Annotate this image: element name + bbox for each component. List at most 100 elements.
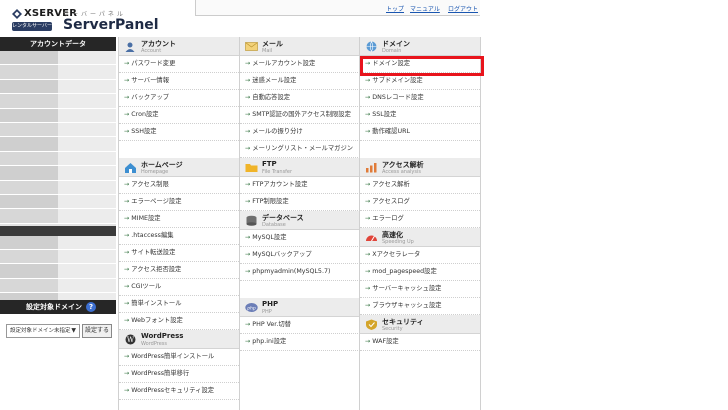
menu-item[interactable]: → php.ini設定 bbox=[240, 334, 360, 351]
arrow-right-icon: → bbox=[124, 283, 130, 290]
menu-item-label: 簡単インストール bbox=[131, 300, 182, 307]
link-manual[interactable]: マニュアル bbox=[410, 4, 440, 13]
menu-item[interactable]: → アクセス拒否設定 bbox=[119, 262, 239, 279]
menu-item[interactable]: → アクセス制限 bbox=[119, 177, 239, 194]
menu-item[interactable]: → WordPress簡単移行 bbox=[119, 366, 239, 383]
arrow-right-icon: → bbox=[124, 300, 130, 307]
menu-item[interactable]: → メールの振り分け bbox=[240, 124, 360, 141]
account-data-value bbox=[58, 250, 116, 264]
menu-item[interactable]: → サイト転送設定 bbox=[119, 245, 239, 262]
section-header: ドメイン Domain bbox=[360, 37, 480, 56]
section-header: アカウント Account bbox=[119, 37, 239, 56]
menu-item-label: エラーページ設定 bbox=[131, 198, 182, 205]
target-domain-header: 設定対象ドメイン ? bbox=[0, 300, 116, 314]
account-data-key bbox=[0, 235, 58, 250]
menu-item[interactable]: → 迷惑メール設定 bbox=[240, 73, 360, 90]
account-data-key bbox=[0, 180, 58, 194]
menu-item[interactable]: → MySQLバックアップ bbox=[240, 247, 360, 264]
chart-icon bbox=[366, 163, 377, 173]
menu-item[interactable]: → WAF設定 bbox=[360, 334, 480, 351]
svg-text:php: php bbox=[246, 305, 256, 311]
arrow-right-icon: → bbox=[365, 181, 371, 188]
menu-item-label: サーバーキャッシュ設定 bbox=[372, 285, 442, 292]
menu-item-label: MIME設定 bbox=[131, 215, 161, 222]
menu-item[interactable]: → Webフォント設定 bbox=[119, 313, 239, 330]
account-data-row bbox=[0, 51, 116, 66]
database-icon bbox=[246, 215, 257, 226]
menu-item[interactable]: → メールアカウント設定 bbox=[240, 56, 360, 73]
menu-item-label: メーリングリスト・メールマガジン bbox=[252, 145, 354, 152]
account-data-row bbox=[0, 137, 116, 152]
menu-item[interactable]: → FTP制限設定 bbox=[240, 194, 360, 211]
menu-item[interactable]: → ブラウザキャッシュ設定 bbox=[360, 298, 480, 315]
menu-item[interactable]: → アクセスログ bbox=[360, 194, 480, 211]
home-icon bbox=[125, 163, 136, 173]
menu-item[interactable]: → エラーログ bbox=[360, 211, 480, 228]
menu-item[interactable]: → 簡単インストール bbox=[119, 296, 239, 313]
menu-item[interactable]: → MIME設定 bbox=[119, 211, 239, 228]
arrow-right-icon: → bbox=[245, 60, 251, 67]
menu-item[interactable]: → メーリングリスト・メールマガジン bbox=[240, 141, 360, 158]
account-data-key bbox=[0, 209, 58, 223]
menu-spacer bbox=[360, 141, 480, 158]
menu-item[interactable]: → SSH設定 bbox=[119, 124, 239, 141]
menu-item[interactable]: → WordPressセキュリティ設定 bbox=[119, 383, 239, 400]
account-data-key bbox=[0, 65, 58, 79]
account-data-key bbox=[0, 194, 58, 209]
link-logout[interactable]: ログアウト bbox=[448, 4, 478, 13]
menu-item[interactable]: → SMTP認証の国外アクセス制限設定 bbox=[240, 107, 360, 124]
menu-item-label: phpmyadmin(MySQL5.7) bbox=[252, 268, 331, 275]
arrow-right-icon: → bbox=[245, 111, 251, 118]
section-subtitle: Database bbox=[262, 222, 286, 228]
section-subtitle: Account bbox=[141, 48, 162, 54]
section-subtitle: WordPress bbox=[141, 341, 168, 347]
menu-item[interactable]: → CGIツール bbox=[119, 279, 239, 296]
menu-item[interactable]: → エラーページ設定 bbox=[119, 194, 239, 211]
speed-icon bbox=[366, 235, 377, 242]
xserver-logo[interactable]: XSERVER レンタルサーバー サーバーパネル ServerPanel bbox=[8, 5, 198, 35]
user-icon bbox=[125, 42, 135, 52]
menu-item[interactable]: → DNSレコード設定 bbox=[360, 90, 480, 107]
menu-item[interactable]: → SSL設定 bbox=[360, 107, 480, 124]
menu-item[interactable]: → 自動応答設定 bbox=[240, 90, 360, 107]
menu-item-label: エラーログ bbox=[372, 215, 404, 222]
menu-spacer bbox=[240, 281, 360, 298]
help-icon[interactable]: ? bbox=[86, 302, 96, 312]
link-top[interactable]: トップ bbox=[386, 4, 404, 13]
folder-icon bbox=[245, 164, 258, 172]
menu-item[interactable]: → パスワード変更 bbox=[119, 56, 239, 73]
account-data-key bbox=[0, 166, 58, 180]
menu-item[interactable]: → PHP Ver.切替 bbox=[240, 317, 360, 334]
domain-select[interactable]: 設定対象ドメイン未指定 ▼ bbox=[6, 324, 80, 338]
menu-item[interactable]: → Cron設定 bbox=[119, 107, 239, 124]
menu-item-label: CGIツール bbox=[131, 283, 162, 290]
menu-item[interactable]: → FTPアカウント設定 bbox=[240, 177, 360, 194]
menu-item-label: MySQLバックアップ bbox=[252, 251, 312, 258]
menu-item[interactable]: → アクセス解析 bbox=[360, 177, 480, 194]
menu-item[interactable]: → バックアップ bbox=[119, 90, 239, 107]
menu-item[interactable]: → サーバー情報 bbox=[119, 73, 239, 90]
menu-item-label: メールの振り分け bbox=[252, 128, 303, 135]
set-domain-button[interactable]: 設定する bbox=[82, 324, 112, 338]
menu-item-label: メールアカウント設定 bbox=[252, 60, 316, 67]
menu-item-label: アクセス制限 bbox=[131, 181, 169, 188]
arrow-right-icon: → bbox=[124, 249, 130, 256]
account-data-value bbox=[58, 166, 116, 180]
account-data-key bbox=[0, 94, 58, 108]
arrow-right-icon: → bbox=[124, 215, 130, 222]
account-data-key bbox=[0, 278, 58, 293]
account-data-value bbox=[58, 151, 116, 166]
menu-item[interactable]: → サーバーキャッシュ設定 bbox=[360, 281, 480, 298]
menu-item[interactable]: → .htaccess編集 bbox=[119, 228, 239, 245]
menu-item[interactable]: → Xアクセラレータ bbox=[360, 247, 480, 264]
menu-item[interactable]: → phpmyadmin(MySQL5.7) bbox=[240, 264, 360, 281]
menu-item[interactable]: → MySQL設定 bbox=[240, 230, 360, 247]
arrow-right-icon: → bbox=[365, 268, 371, 275]
menu-item[interactable]: → mod_pagespeed設定 bbox=[360, 264, 480, 281]
arrow-right-icon: → bbox=[245, 198, 251, 205]
menu-item[interactable]: → 動作確認URL bbox=[360, 124, 480, 141]
menu-item[interactable]: → WordPress簡単インストール bbox=[119, 349, 239, 366]
menu-item-label: Webフォント設定 bbox=[131, 317, 183, 324]
account-data-value bbox=[58, 264, 116, 278]
menu-item-label: Xアクセラレータ bbox=[372, 251, 421, 258]
